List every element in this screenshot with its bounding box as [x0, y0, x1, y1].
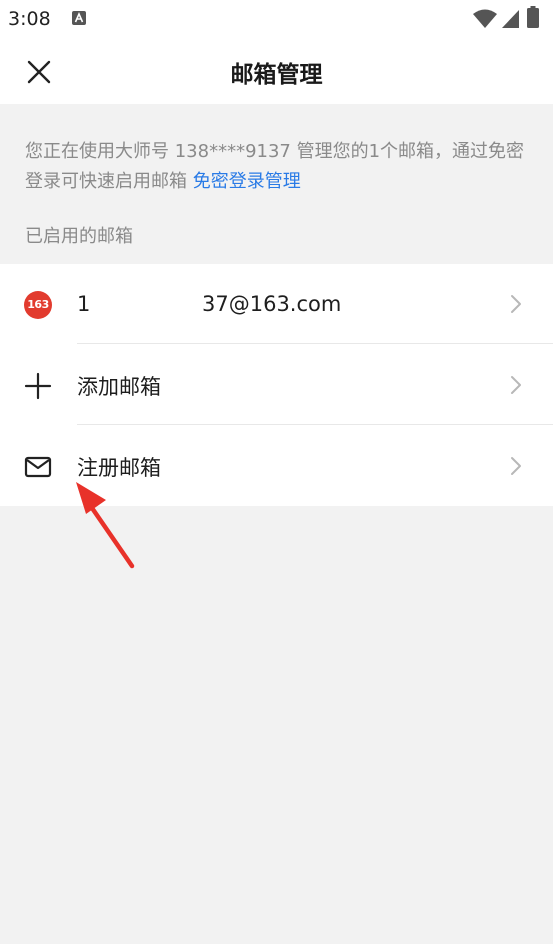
add-mailbox-row[interactable]: 添加邮箱 — [0, 345, 553, 425]
add-mailbox-label: 添加邮箱 — [77, 375, 161, 399]
status-time: 3:08 — [8, 8, 51, 30]
chevron-right-icon — [511, 295, 521, 313]
chevron-right-icon — [511, 376, 521, 394]
mailbox-list: 163 1 37@163.com 添加邮箱 注册邮箱 — [0, 264, 553, 506]
passwordless-login-link[interactable]: 免密登录管理 — [193, 171, 301, 192]
divider — [77, 343, 553, 344]
mailbox-account-row[interactable]: 163 1 37@163.com — [0, 264, 553, 344]
wifi-icon — [473, 9, 497, 28]
email-address-suffix: 37@163.com — [202, 292, 342, 316]
annotation-arrow-icon — [76, 482, 135, 569]
mail-envelope-icon — [24, 456, 52, 478]
battery-icon — [527, 6, 539, 28]
status-bar: 3:08 — [0, 0, 553, 38]
section-label-enabled-mailboxes: 已启用的邮箱 — [25, 226, 133, 247]
plus-icon — [24, 372, 52, 400]
info-description: 您正在使用大师号 138****9137 管理您的1个邮箱，通过免密登录可快速启… — [25, 137, 535, 197]
chevron-right-icon — [511, 457, 521, 475]
email-address-prefix: 1 — [77, 292, 91, 316]
divider — [77, 424, 553, 425]
mail-163-logo-icon: 163 — [24, 291, 52, 319]
a-notification-icon — [72, 11, 86, 25]
signal-icon — [502, 10, 519, 28]
app-header: 邮箱管理 — [0, 38, 553, 104]
page-title: 邮箱管理 — [230, 62, 323, 88]
